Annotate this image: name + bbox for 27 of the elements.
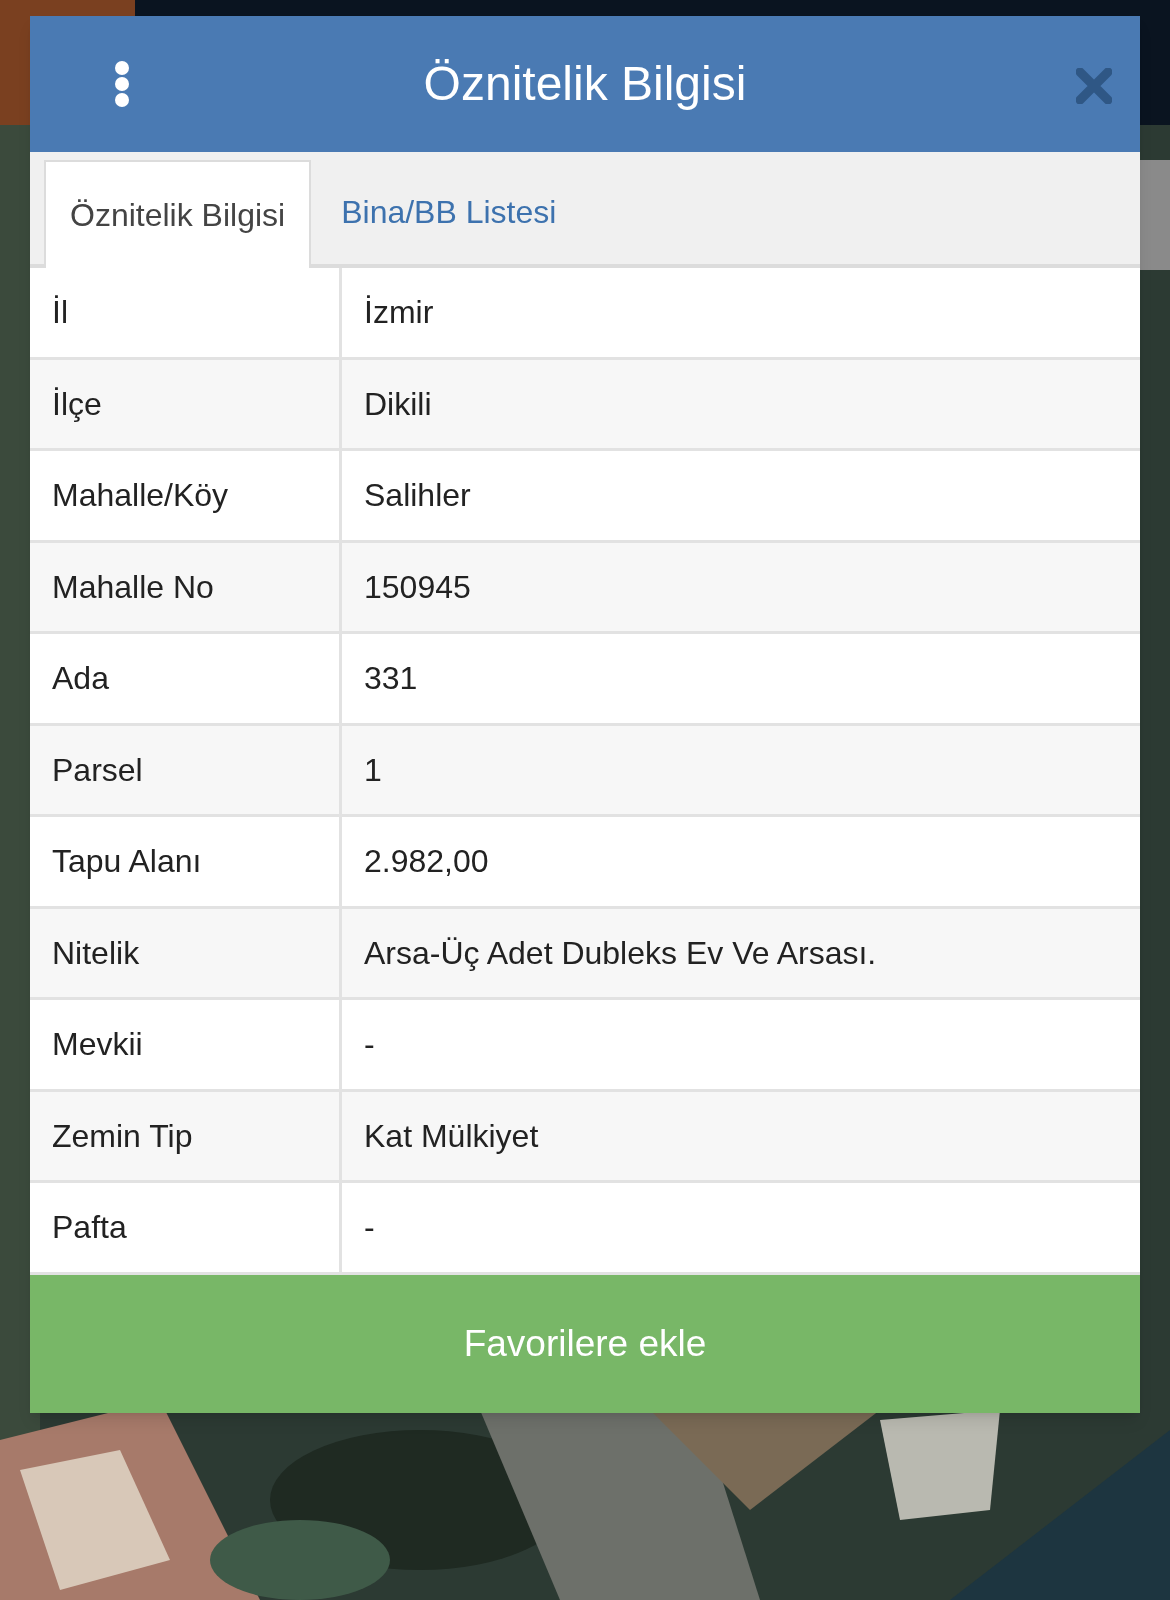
tab[interactable]: Öznitelik Bilgisi <box>44 160 312 268</box>
value-cell: 2.982,00 <box>342 817 1140 906</box>
label-cell: İlçe <box>30 359 342 448</box>
value-cell: İzmir <box>342 268 1140 357</box>
label-cell: Nitelik <box>30 908 342 997</box>
label-cell: Ada <box>30 634 342 723</box>
label-cell: Tapu Alanı <box>30 817 342 906</box>
value-cell: 150945 <box>342 542 1140 631</box>
add-to-favorites-button[interactable]: Favorilere ekle <box>30 1274 1140 1413</box>
label-cell: Parsel <box>30 725 342 814</box>
value-cell: Arsa-Üç Adet Dubleks Ev Ve Arsası. <box>342 908 1140 997</box>
label-cell: Mahalle/Köy <box>30 451 342 540</box>
label-cell: İl <box>30 268 342 357</box>
value-cell: Salihler <box>342 451 1140 540</box>
value-cell: 331 <box>342 634 1140 723</box>
label-cell: Pafta <box>30 1183 342 1272</box>
dialog-title: Öznitelik Bilgisi <box>423 56 747 112</box>
value-cell: Dikili <box>342 359 1140 448</box>
value-cell: - <box>342 1183 1140 1272</box>
menu-icon[interactable] <box>114 60 130 108</box>
label-cell: Zemin Tip <box>30 1091 342 1180</box>
label-cell: Mahalle No <box>30 542 342 631</box>
value-cell: - <box>342 1000 1140 1089</box>
value-cell: Kat Mülkiyet <box>342 1091 1140 1180</box>
value-cell: 1 <box>342 725 1140 814</box>
tab[interactable]: Bina/BB Listesi <box>311 160 587 264</box>
label-cell: Mevkii <box>30 1000 342 1089</box>
